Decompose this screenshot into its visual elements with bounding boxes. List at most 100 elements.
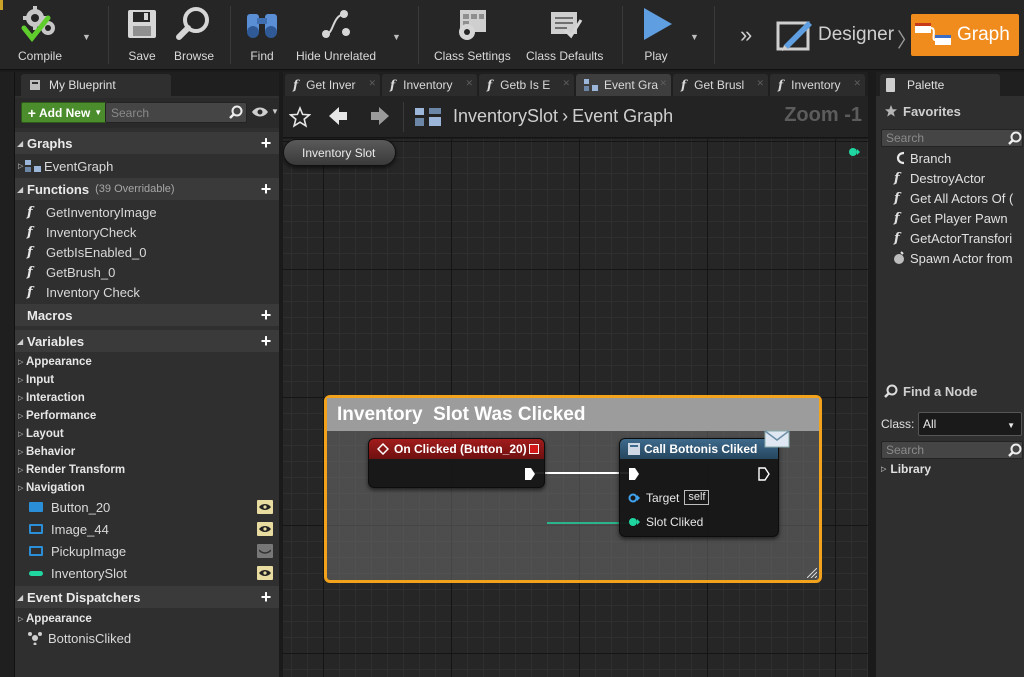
view-options-eye-icon[interactable] [251,106,269,118]
doc-tab-inventory-check-2[interactable]: f Inventory ✕ [770,74,865,96]
play-options-dropdown[interactable]: ▼ [690,32,699,42]
add-event-dispatcher-button[interactable]: + [258,588,274,606]
favorite-item-spawn-actor[interactable]: Spawn Actor from [890,248,1024,268]
visibility-eye-icon[interactable] [257,566,273,580]
find-button[interactable]: Find [240,4,284,66]
function-item[interactable]: f InventoryCheck [15,222,280,242]
close-tab-icon[interactable]: ✕ [368,78,376,89]
favorite-item-get-all-actors[interactable]: f Get All Actors Of ( [890,188,1024,208]
favorites-search-input[interactable] [881,129,1023,147]
search-icon[interactable] [1008,443,1022,457]
call-dispatcher-node[interactable]: Call Bottonis Cliked Target self Slot Cl… [619,430,790,537]
add-function-button[interactable]: + [258,180,274,198]
graph-icon [911,15,957,55]
functions-section-header[interactable]: ◢ Functions (39 Overridable) + [15,178,280,200]
favorites-header[interactable]: Favorites [876,98,1024,124]
favorite-item-getactortransform[interactable]: f GetActorTransfori [890,228,1024,248]
visibility-eye-closed-icon[interactable] [257,544,273,558]
search-icon[interactable] [1008,131,1022,145]
graph-item-eventgraph[interactable]: ▷ EventGraph [15,156,280,176]
variable-category[interactable]: ▷ Behavior [15,443,75,461]
close-tab-icon[interactable]: ✕ [853,78,861,89]
my-blueprint-tab[interactable]: My Blueprint [21,74,171,96]
forward-arrow-icon[interactable] [369,105,391,127]
add-graph-button[interactable]: + [258,134,274,152]
object-pin-icon[interactable] [628,493,640,503]
macros-section-header[interactable]: Macros + [15,304,280,326]
variables-section-header[interactable]: ◢ Variables + [15,330,280,352]
close-tab-icon[interactable]: ✕ [756,78,764,89]
class-filter-select[interactable]: All ▼ [918,412,1022,436]
breadcrumb-root[interactable]: InventorySlot [453,106,558,126]
variable-category[interactable]: ▷ Render Transform [15,461,125,479]
graphs-section-header[interactable]: ◢ Graphs + [15,132,280,154]
panel-splitter[interactable] [868,72,876,677]
class-defaults-button[interactable]: Class Defaults [526,4,603,66]
graph-mode-button[interactable]: Graph [911,14,1019,56]
doc-tab-inventory-check[interactable]: f Inventory ✕ [382,74,477,96]
find-a-node-header[interactable]: Find a Node [876,378,1024,404]
exec-out-pin-icon[interactable] [758,467,770,481]
my-blueprint-search-input[interactable] [105,102,247,123]
doc-tab-get-inventory-image[interactable]: f Get Inver ✕ [285,74,380,96]
visibility-eye-icon[interactable] [257,522,273,536]
variable-category[interactable]: ▷ Layout [15,425,64,443]
close-tab-icon[interactable]: ✕ [659,78,667,89]
exec-in-pin-icon[interactable] [628,467,640,481]
view-options-caret-icon[interactable]: ▼ [271,107,279,116]
node-wires [533,472,635,524]
class-settings-button[interactable]: Class Settings [434,4,511,66]
delegate-pin[interactable] [529,444,539,454]
doc-tab-getb-is-enabled[interactable]: f Getb Is E ✕ [479,74,574,96]
variable-item-pickupimage[interactable]: PickupImage [15,541,280,561]
event-dispatchers-section-header[interactable]: ◢ Event Dispatchers + [15,586,280,608]
find-node-search-input[interactable] [881,441,1023,459]
add-macro-button[interactable]: + [258,306,274,324]
struct-pin-icon[interactable] [628,517,640,527]
compile-options-dropdown[interactable]: ▼ [82,32,91,42]
variable-item-image-44[interactable]: Image_44 [15,519,280,539]
hide-unrelated-button[interactable]: Hide Unrelated [296,4,376,66]
favorite-item-get-player-pawn[interactable]: f Get Player Pawn [890,208,1024,228]
browse-button[interactable]: Browse [172,4,216,66]
visibility-eye-icon[interactable] [257,500,273,514]
back-arrow-icon[interactable] [327,105,349,127]
search-icon[interactable] [229,105,243,119]
variable-category[interactable]: ▷ Navigation [15,479,85,497]
dispatcher-category[interactable]: ▷ Appearance [15,610,92,628]
function-item[interactable]: f GetBrush_0 [15,262,280,282]
variable-category[interactable]: ▷ Input [15,371,54,389]
event-graph-canvas[interactable]: Inventory Slot Was Clicked On Clicked (B… [283,139,868,677]
close-tab-icon[interactable]: ✕ [562,78,570,89]
function-item[interactable]: f GetbIsEnabled_0 [15,242,280,262]
favorite-item-branch[interactable]: Branch [890,148,1024,168]
designer-mode-button[interactable]: Designer [772,14,894,56]
doc-tab-event-graph[interactable]: Event Gra ✕ [576,74,671,96]
more-chevron-icon[interactable]: » [740,22,752,48]
add-new-button[interactable]: + Add New ▼ [21,102,109,123]
palette-tab[interactable]: Palette [880,74,1000,96]
play-button[interactable]: Play [634,4,678,66]
variable-category[interactable]: ▷ Appearance [15,353,92,371]
event-dispatcher-item[interactable]: BottonisCliked [15,628,280,648]
favorite-item-destroyactor[interactable]: f DestroyActor [890,168,1024,188]
on-clicked-event-node[interactable]: On Clicked (Button_20) [368,438,545,488]
library-tree-item[interactable]: ▷ Library [881,462,931,476]
function-icon: f [894,190,900,206]
close-tab-icon[interactable]: ✕ [465,78,473,89]
exec-out-pin-icon[interactable] [524,467,536,481]
variable-item-inventoryslot[interactable]: InventorySlot [15,563,280,583]
variable-category[interactable]: ▷ Interaction [15,389,85,407]
add-variable-button[interactable]: + [258,332,274,350]
save-button[interactable]: Save [120,4,164,66]
function-item[interactable]: f GetInventoryImage [15,202,280,222]
variable-item-button-20[interactable]: Button_20 [15,497,280,517]
compile-button[interactable]: Compile [18,4,62,66]
struct-pin-icon[interactable] [848,147,860,157]
hide-unrelated-dropdown[interactable]: ▼ [392,32,401,42]
function-item[interactable]: f Inventory Check [15,282,280,302]
bookmark-star-icon[interactable] [289,106,311,128]
doc-tab-get-brush[interactable]: f Get Brusl ✕ [673,74,768,96]
variable-category[interactable]: ▷ Performance [15,407,96,425]
target-self-value[interactable]: self [684,490,710,505]
